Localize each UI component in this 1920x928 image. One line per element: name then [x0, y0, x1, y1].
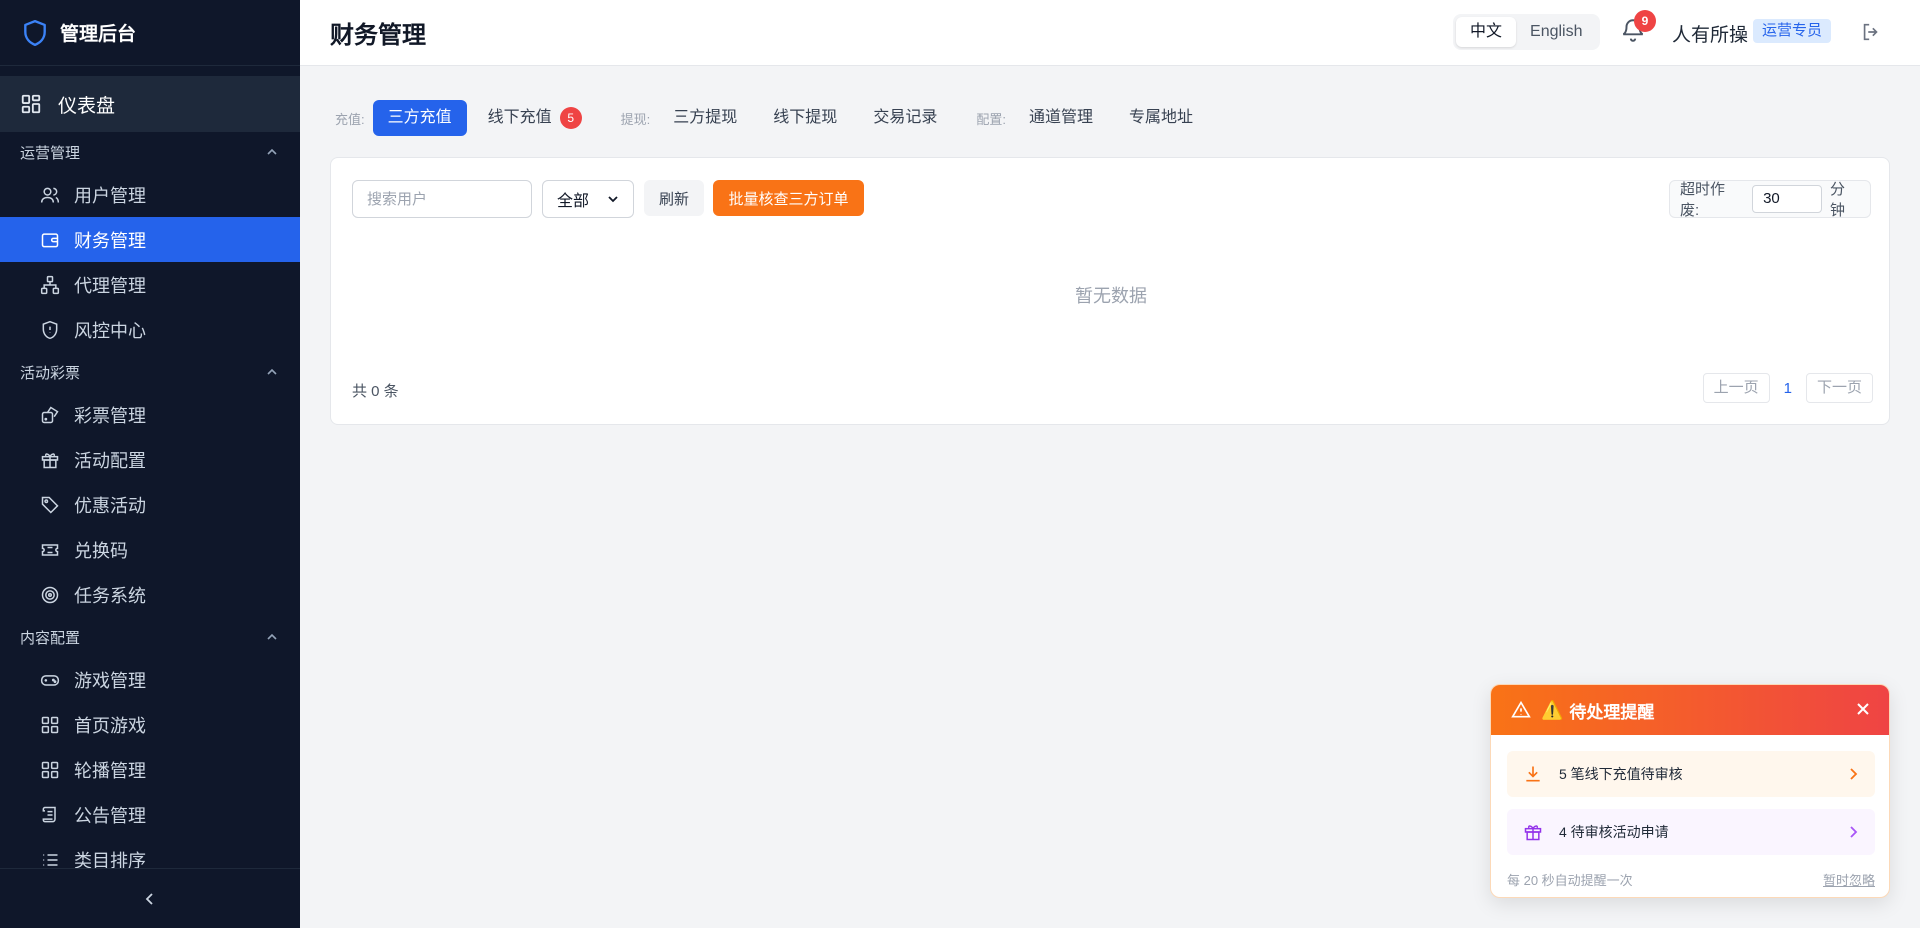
sidebar-item-dashboard[interactable]: 仪表盘 [0, 76, 300, 132]
notifications-button[interactable]: 9 [1620, 10, 1656, 47]
chevron-right-icon [1850, 768, 1858, 780]
sidebar-item-announcements[interactable]: 公告管理 [0, 792, 300, 837]
pagination: 上一页 1 下一页 [1702, 373, 1873, 403]
page-title: 财务管理 [330, 22, 426, 49]
batch-check-button[interactable]: 批量核查三方订单 [713, 180, 864, 216]
pending-reminder-popup: ⚠️ 待处理提醒 5 笔线下充值待审核 4 待审核活动申请 每 20 秒自动提醒… [1490, 684, 1890, 898]
notification-count-badge: 9 [1634, 10, 1656, 32]
sidebar-item-risk[interactable]: 风控中心 [0, 307, 300, 352]
grid-icon [41, 761, 59, 778]
network-icon [40, 275, 60, 294]
brand-title: 管理后台 [60, 24, 137, 45]
chevron-up-icon [267, 633, 277, 640]
tab-offline-withdraw[interactable]: 线下提现 [758, 100, 852, 136]
lang-en-button[interactable]: English [1516, 17, 1596, 47]
sidebar-group-activities[interactable]: 活动彩票 [0, 352, 300, 392]
sidebar-item-games[interactable]: 游戏管理 [0, 657, 300, 702]
sidebar-item-lottery[interactable]: 彩票管理 [0, 392, 300, 437]
popup-footer: 每 20 秒自动提醒一次 暂时忽略 [1507, 870, 1875, 889]
dismiss-link[interactable]: 暂时忽略 [1823, 870, 1875, 889]
status-filter-select[interactable]: 全部 [542, 180, 634, 218]
tab-exclusive-address[interactable]: 专属地址 [1114, 100, 1208, 136]
timeout-unit: 分钟 [1830, 181, 1846, 219]
top-header: 财务管理 中文 English 9 人有所操 运营专员 [300, 0, 1920, 66]
timeout-setting: 超时作废: 30 分钟 [1669, 180, 1871, 219]
sidebar: 管理后台 仪表盘 运营管理 用户管理 财务管理 代理管理 风控中心 活动彩票 彩… [0, 0, 300, 928]
grid-icon [21, 94, 41, 114]
next-page-button[interactable]: 下一页 [1805, 373, 1873, 403]
popup-header: ⚠️ 待处理提醒 [1491, 685, 1889, 735]
tag-icon [41, 496, 59, 514]
reminder-offline-recharge[interactable]: 5 笔线下充值待审核 [1507, 751, 1875, 797]
sidebar-collapse-button[interactable] [0, 868, 300, 928]
lang-zh-button[interactable]: 中文 [1456, 17, 1517, 47]
download-icon [1526, 766, 1540, 782]
list-icon [43, 853, 58, 866]
grid-icon [41, 716, 59, 733]
chevron-up-icon [267, 148, 277, 155]
popup-title: 待处理提醒 [1569, 702, 1655, 722]
shield-logo-icon [24, 19, 46, 46]
sidebar-item-tasks[interactable]: 任务系统 [0, 572, 300, 617]
target-icon [41, 586, 59, 603]
prev-page-button[interactable]: 上一页 [1702, 373, 1770, 403]
total-count: 共 0 条 [352, 383, 399, 400]
role-badge: 运营专员 [1753, 19, 1832, 43]
tab-transactions[interactable]: 交易记录 [858, 100, 952, 136]
tab-count-badge: 5 [559, 107, 582, 129]
scroll-icon [42, 806, 56, 822]
gift-icon [41, 452, 59, 468]
sidebar-group-operations[interactable]: 运营管理 [0, 132, 300, 172]
gift-icon [1524, 825, 1542, 841]
search-user-input[interactable] [352, 180, 532, 218]
dice-icon [41, 405, 59, 423]
language-switch: 中文 English [1453, 14, 1600, 50]
logout-icon[interactable] [1860, 21, 1882, 43]
chevron-down-icon [608, 196, 618, 203]
chevron-up-icon [267, 368, 277, 375]
sidebar-group-content[interactable]: 内容配置 [0, 617, 300, 657]
wallet-icon [41, 232, 59, 247]
sidebar-item-users[interactable]: 用户管理 [0, 172, 300, 217]
chevron-left-icon [145, 892, 153, 905]
users-icon [40, 187, 60, 203]
finance-tabs: 充值: 三方充值 线下充值 5 提现: 三方提现 线下提现 交易记录 配置: 通… [335, 100, 1214, 136]
sidebar-item-agents[interactable]: 代理管理 [0, 262, 300, 307]
sidebar-item-finance[interactable]: 财务管理 [0, 217, 300, 262]
warning-icon [1511, 700, 1531, 718]
tab-channels[interactable]: 通道管理 [1014, 100, 1108, 136]
shield-alert-icon [42, 320, 58, 339]
tab-group-label-withdraw: 提现: [620, 111, 651, 127]
sidebar-item-banners[interactable]: 轮播管理 [0, 747, 300, 792]
sidebar-item-redeem-codes[interactable]: 兑换码 [0, 527, 300, 572]
brand: 管理后台 [0, 0, 300, 66]
timeout-input[interactable]: 30 [1752, 185, 1823, 213]
sidebar-item-label: 仪表盘 [58, 95, 116, 117]
refresh-button[interactable]: 刷新 [644, 180, 704, 216]
ticket-icon [41, 543, 59, 556]
tab-group-label-recharge: 充值: [335, 111, 365, 127]
timeout-label: 超时作废: [1680, 181, 1726, 219]
user-name: 人有所操 [1672, 25, 1749, 46]
recharge-panel: 全部 刷新 批量核查三方订单 超时作废: 30 分钟 暂无数据 共 0 条 上一… [330, 157, 1890, 425]
current-page[interactable]: 1 [1784, 380, 1792, 397]
tab-third-recharge[interactable]: 三方充值 [372, 100, 467, 136]
tab-offline-recharge[interactable]: 线下充值 5 [473, 100, 597, 136]
empty-state: 暂无数据 [1075, 286, 1147, 306]
chevron-right-icon [1850, 826, 1858, 838]
reminder-activity-applications[interactable]: 4 待审核活动申请 [1507, 809, 1875, 855]
warning-emoji-icon: ⚠️ [1541, 699, 1564, 720]
close-icon[interactable] [1855, 701, 1871, 717]
gamepad-icon [40, 674, 60, 686]
auto-remind-note: 每 20 秒自动提醒一次 [1507, 873, 1633, 888]
sidebar-item-home-games[interactable]: 首页游戏 [0, 702, 300, 747]
sidebar-item-promotions[interactable]: 优惠活动 [0, 482, 300, 527]
sidebar-item-activity-config[interactable]: 活动配置 [0, 437, 300, 482]
tab-third-withdraw[interactable]: 三方提现 [658, 100, 752, 136]
tab-group-label-config: 配置: [976, 111, 1006, 127]
